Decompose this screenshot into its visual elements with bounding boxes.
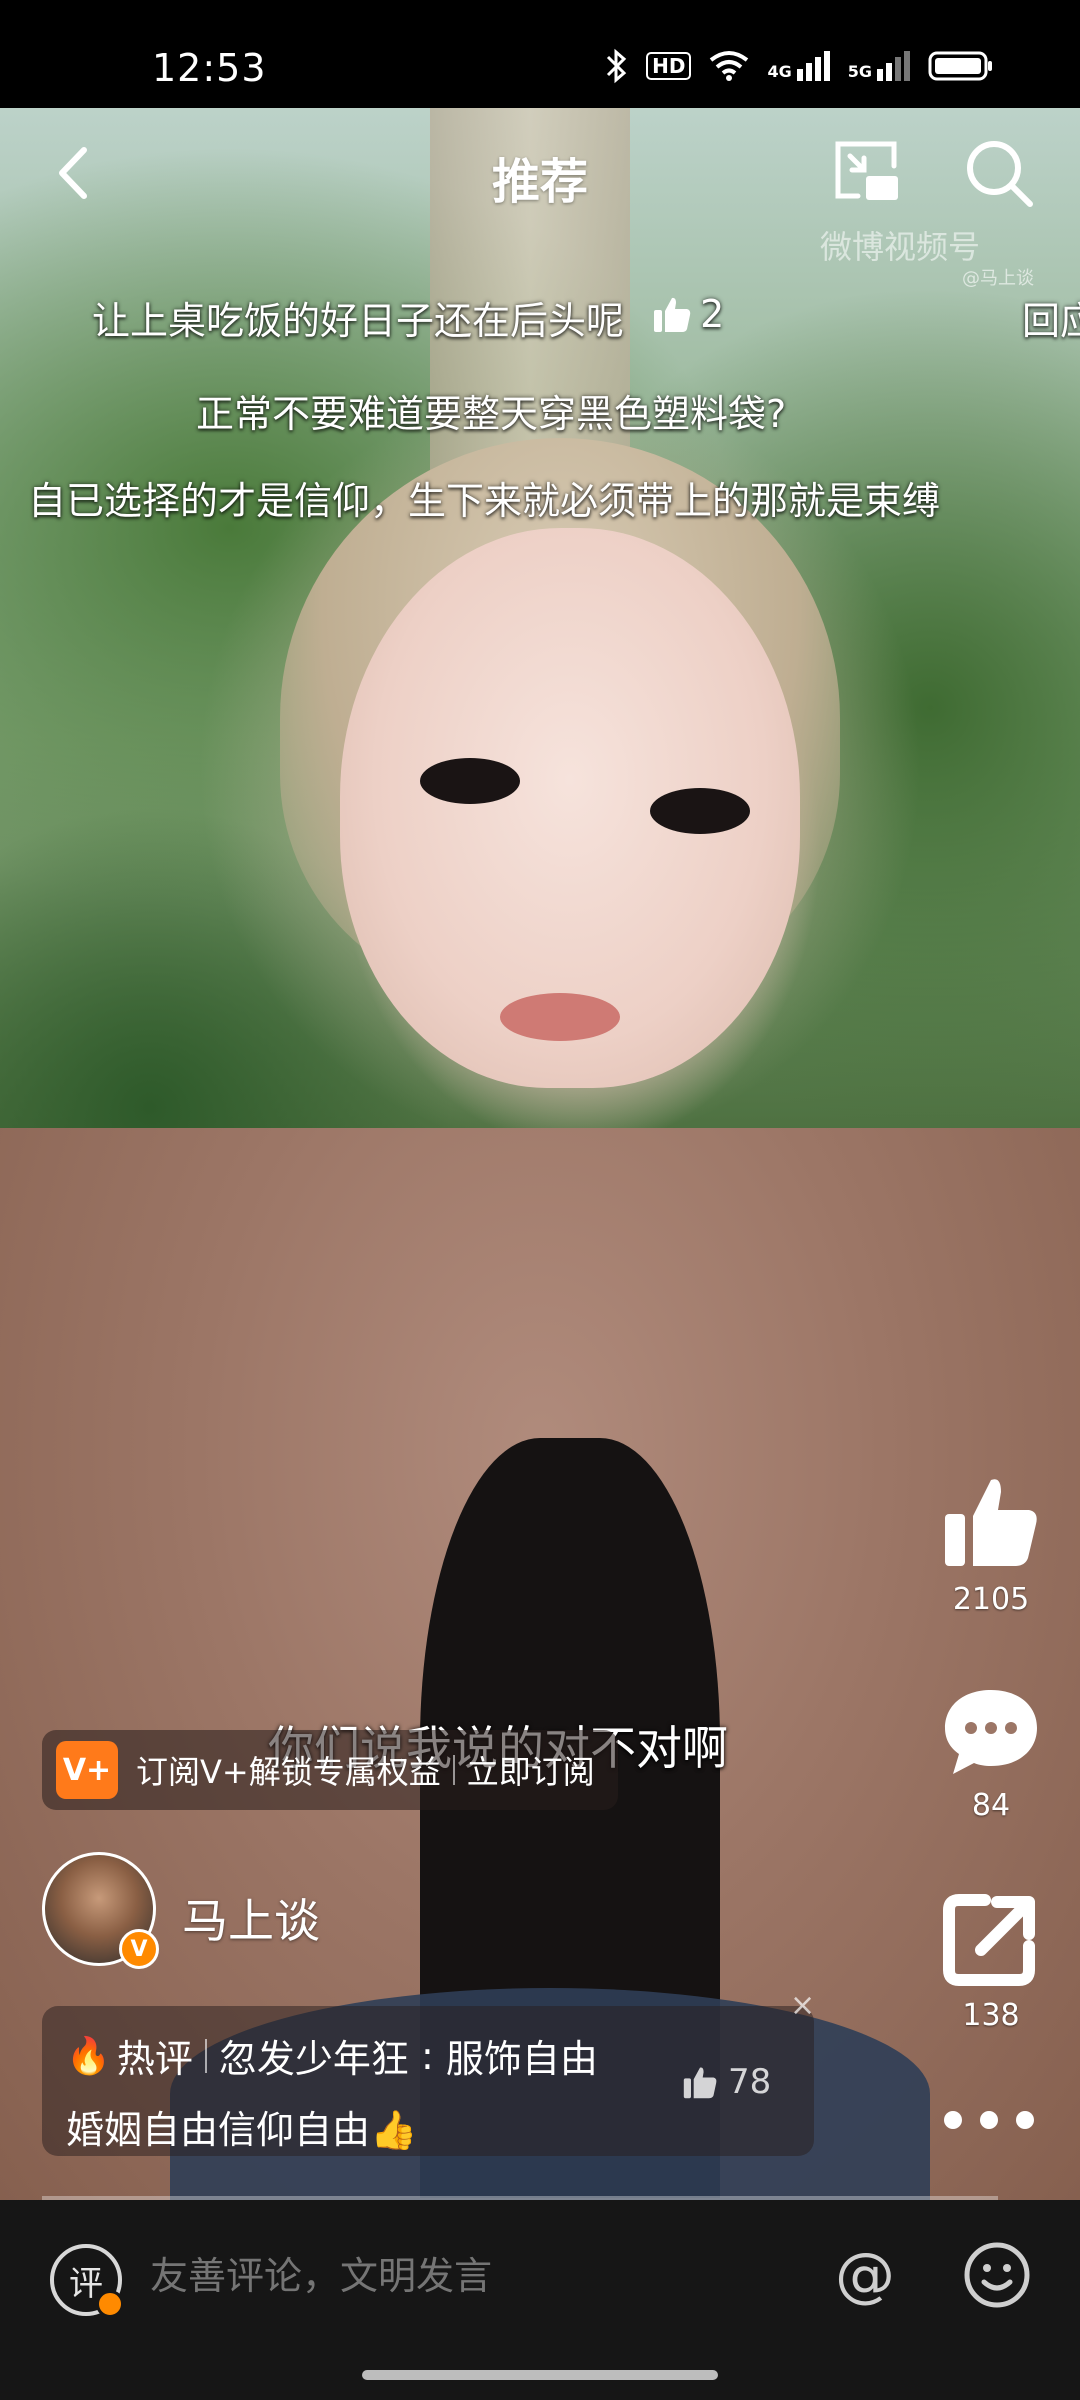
danmaku-text: 回应 — [1022, 299, 1080, 343]
more-dot — [1016, 2111, 1034, 2129]
page-title: 推荐 — [491, 154, 588, 210]
video-figure-eye — [650, 788, 750, 834]
thumbs-up-icon — [945, 1479, 1037, 1566]
comment-bubble-icon — [945, 1690, 1037, 1774]
bluetooth-icon — [607, 48, 627, 84]
more-dot — [944, 2111, 962, 2129]
video-figure-eye — [420, 758, 520, 804]
danmaku-item[interactable]: 正常不要难道要整天穿黑色塑料袋? — [196, 383, 786, 438]
danmaku-text: 自已选择的才是信仰，生下来就必须带上的那就是束缚 — [28, 479, 941, 523]
hot-comment-card[interactable]: 🔥 热评 忽发少年狂 : 服饰自由 婚姻自由信仰自由👍 78 — [42, 2006, 814, 2156]
emoji-icon[interactable] — [962, 2240, 1032, 2310]
comment-input[interactable] — [150, 2254, 790, 2298]
author-name[interactable]: 马上谈 — [182, 1885, 320, 1951]
comment-count: 84 — [971, 1788, 1011, 1823]
hot-comment-text-continued: 婚姻自由信仰自由👍 — [66, 2108, 418, 2152]
more-dot — [980, 2111, 998, 2129]
hot-comment-user[interactable]: 忽发少年狂 — [219, 2028, 409, 2083]
signal-4g-icon: 4G — [767, 51, 830, 81]
hot-comment-tag: 热评 — [116, 2037, 193, 2081]
share-count: 138 — [962, 1998, 1020, 2033]
avatar[interactable]: V — [42, 1852, 159, 1969]
verified-badge-icon: V — [119, 1929, 159, 1969]
divider — [452, 1755, 455, 1785]
subscribe-now-link[interactable]: 立即订阅 — [467, 1747, 595, 1793]
mention-button[interactable]: @ — [830, 2240, 900, 2310]
comment-button[interactable]: 84 — [926, 1686, 1056, 1823]
video-figure-lips — [500, 993, 620, 1041]
colon: : — [408, 2033, 446, 2078]
watermark-brand: 微博视频号 — [820, 228, 981, 266]
wifi-icon — [710, 51, 749, 81]
like-count: 2105 — [952, 1582, 1030, 1617]
more-options-button[interactable] — [944, 2098, 1034, 2142]
status-time: 12:53 — [152, 46, 267, 90]
comment-bar: 评 @ — [0, 2200, 1080, 2400]
battery-icon — [928, 51, 992, 81]
pip-button[interactable] — [832, 140, 902, 204]
danmaku-like[interactable]: 2 — [652, 292, 724, 336]
share-icon — [943, 1894, 1035, 1986]
watermark-handle: @马上谈 — [962, 268, 1034, 289]
divider — [204, 2038, 207, 2073]
danmaku-item[interactable]: 让上桌吃饭的好日子还在后头呢 2 — [92, 290, 724, 345]
thumbs-up-icon — [654, 297, 691, 332]
danmaku-like-count: 2 — [700, 292, 725, 336]
notification-dot — [96, 2290, 124, 2318]
subscribe-banner-text: 订阅V+解锁专属权益 — [136, 1753, 441, 1791]
danmaku-item[interactable]: 自已选择的才是信仰，生下来就必须带上的那就是束缚 — [28, 470, 940, 525]
status-icons: HD 4G 5G — [604, 48, 994, 84]
vip-badge-icon: V+ — [56, 1741, 118, 1799]
subscribe-banner[interactable]: V+ 订阅V+解锁专属权益 立即订阅 — [42, 1730, 618, 1810]
home-indicator[interactable] — [362, 2370, 718, 2380]
comment-icon[interactable]: 评 — [50, 2244, 124, 2318]
hot-comment-text: 服饰自由 — [445, 2037, 598, 2081]
thumbs-up-icon — [683, 2067, 717, 2099]
search-icon[interactable] — [962, 136, 1036, 210]
signal-5g-icon: 5G — [848, 51, 910, 81]
danmaku-text: 正常不要难道要整天穿黑色塑料袋? — [196, 392, 787, 436]
status-bar: 12:53 HD 4G 5G — [0, 0, 1080, 108]
close-icon[interactable]: × — [790, 1988, 815, 2023]
share-button[interactable]: 138 — [926, 1888, 1056, 2033]
fire-icon: 🔥 — [66, 2035, 111, 2077]
hd-icon: HD — [646, 52, 692, 80]
danmaku-item[interactable]: 回应 — [1022, 290, 1080, 345]
hot-comment-like-button[interactable]: 78 — [682, 2062, 771, 2102]
hot-comment-like-count: 78 — [728, 2062, 772, 2102]
danmaku-text: 让上桌吃饭的好日子还在后头呢 — [92, 299, 625, 343]
like-button[interactable]: 2105 — [926, 1472, 1056, 1617]
